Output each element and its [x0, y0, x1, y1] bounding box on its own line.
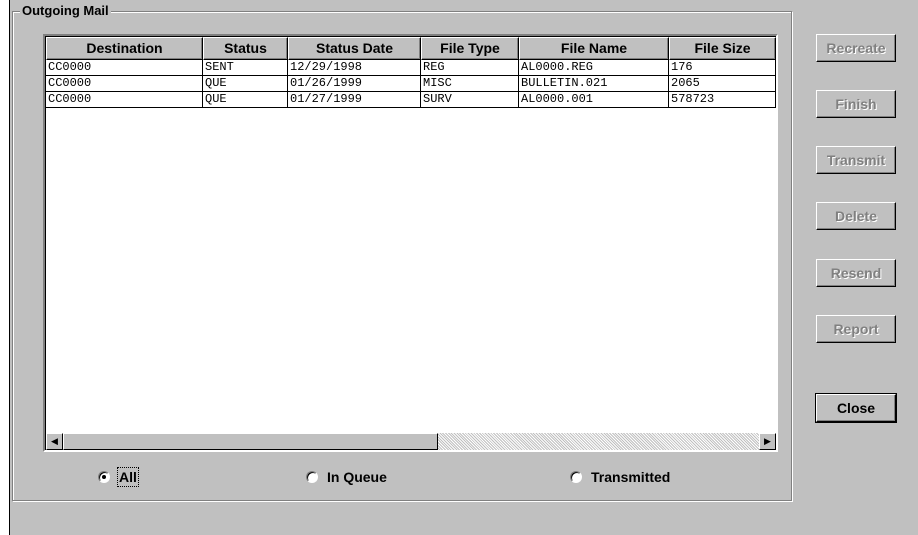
finish-button[interactable]: Finish	[816, 90, 896, 118]
column-header-file-name[interactable]: File Name	[519, 37, 669, 60]
radio-in-queue-label: In Queue	[327, 469, 387, 485]
cell-status-date: 01/26/1999	[288, 76, 421, 92]
mail-list-view[interactable]: Destination Status Status Date File Type…	[43, 34, 778, 452]
cell-file-name: AL0000.REG	[519, 60, 669, 76]
cell-status-date: 12/29/1998	[288, 60, 421, 76]
scroll-left-icon[interactable]: ◀	[46, 433, 63, 450]
column-header-file-size[interactable]: File Size	[669, 37, 776, 60]
radio-all[interactable]: All	[98, 467, 139, 487]
cell-file-size: 176	[669, 60, 776, 76]
close-button[interactable]: Close	[816, 394, 896, 422]
scrollbar-thumb[interactable]	[63, 433, 438, 450]
recreate-button[interactable]: Recreate	[816, 34, 896, 62]
column-header-status[interactable]: Status	[203, 37, 288, 60]
group-title: Outgoing Mail	[20, 3, 111, 18]
cell-destination: CC0000	[46, 92, 203, 108]
cell-status: QUE	[203, 92, 288, 108]
table-row[interactable]: CC0000 QUE 01/27/1999 SURV AL0000.001 57…	[46, 92, 776, 108]
resend-button[interactable]: Resend	[816, 259, 896, 287]
report-button[interactable]: Report	[816, 315, 896, 343]
radio-all-label: All	[117, 467, 139, 487]
table-row[interactable]: CC0000 QUE 01/26/1999 MISC BULLETIN.021 …	[46, 76, 776, 92]
cell-file-type: MISC	[421, 76, 519, 92]
cell-file-type: SURV	[421, 92, 519, 108]
scroll-right-icon[interactable]: ▶	[759, 433, 776, 450]
radio-selected-icon	[98, 471, 110, 483]
column-header-destination[interactable]: Destination	[46, 37, 203, 60]
cell-status: SENT	[203, 60, 288, 76]
list-header: Destination Status Status Date File Type…	[46, 37, 776, 60]
cell-file-name: AL0000.001	[519, 92, 669, 108]
radio-transmitted-label: Transmitted	[591, 469, 671, 485]
radio-in-queue[interactable]: In Queue	[306, 469, 387, 485]
radio-unselected-icon	[570, 471, 582, 483]
cell-file-size: 578723	[669, 92, 776, 108]
cell-status: QUE	[203, 76, 288, 92]
column-header-status-date[interactable]: Status Date	[288, 37, 421, 60]
cell-file-size: 2065	[669, 76, 776, 92]
transmit-button[interactable]: Transmit	[816, 146, 896, 174]
radio-unselected-icon	[306, 471, 318, 483]
cell-file-type: REG	[421, 60, 519, 76]
horizontal-scrollbar[interactable]: ◀ ▶	[46, 433, 776, 450]
cell-file-name: BULLETIN.021	[519, 76, 669, 92]
delete-button[interactable]: Delete	[816, 202, 896, 230]
cell-destination: CC0000	[46, 76, 203, 92]
cell-destination: CC0000	[46, 60, 203, 76]
cell-status-date: 01/27/1999	[288, 92, 421, 108]
table-row[interactable]: CC0000 SENT 12/29/1998 REG AL0000.REG 17…	[46, 60, 776, 76]
radio-transmitted[interactable]: Transmitted	[570, 469, 670, 485]
outgoing-mail-window: Outgoing Mail Destination Status Status …	[9, 0, 918, 535]
column-header-file-type[interactable]: File Type	[421, 37, 519, 60]
